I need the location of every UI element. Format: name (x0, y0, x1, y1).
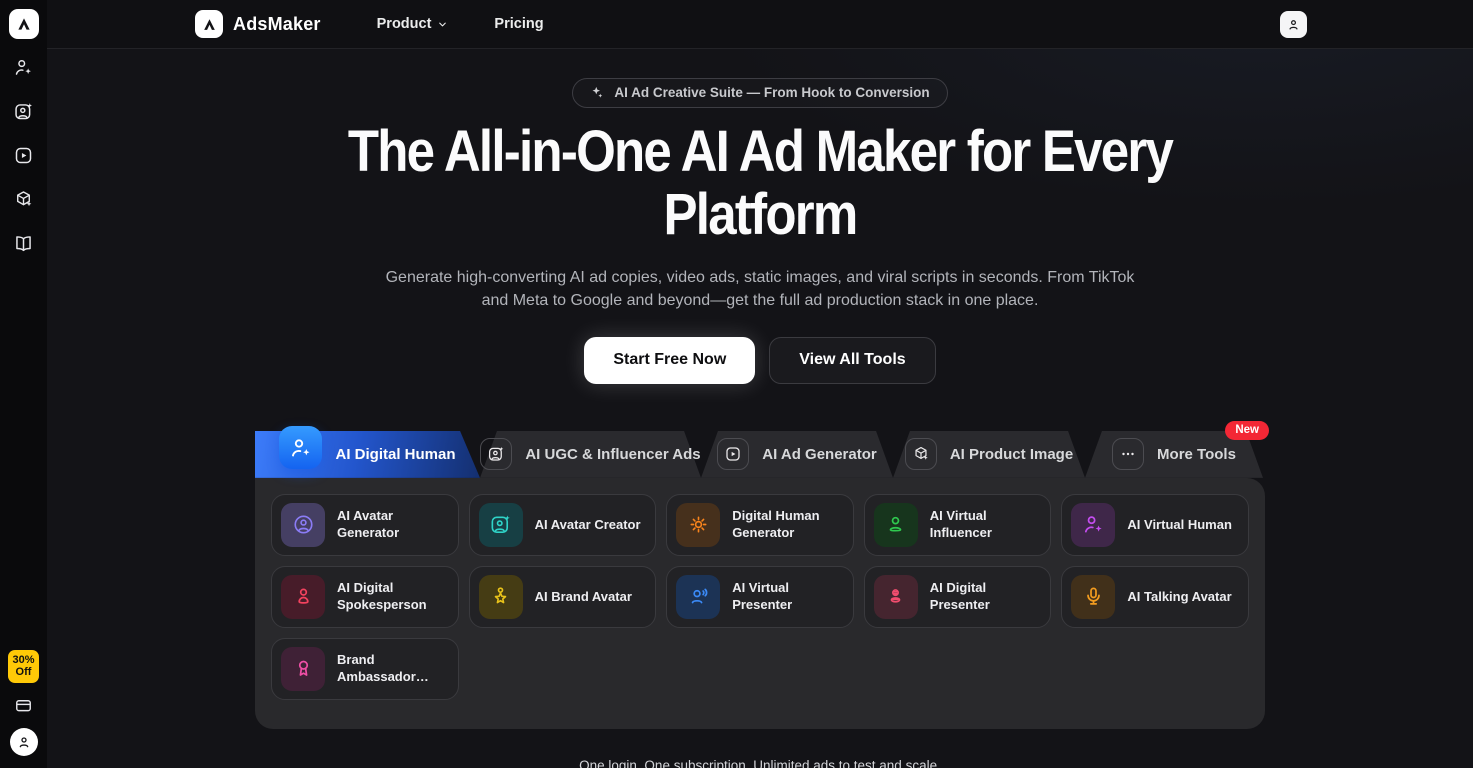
tool-ai-digital-presenter[interactable]: AI Digital Presenter (864, 566, 1052, 628)
brand-name: AdsMaker (233, 14, 321, 35)
tab-ai-product-image[interactable]: AI Product Image (893, 431, 1085, 478)
tab-ai-ugc-influencer-ads[interactable]: AI UGC & Influencer Ads (480, 431, 701, 478)
adsmaker-logo-icon[interactable] (9, 9, 39, 39)
tool-brand-ambassador[interactable]: Brand Ambassador… (271, 638, 459, 700)
hero-badge: AI Ad Creative Suite — From Hook to Conv… (572, 78, 947, 108)
tool-ai-virtual-presenter[interactable]: AI Virtual Presenter (666, 566, 854, 628)
billing-card-icon[interactable] (14, 696, 33, 715)
cube-sparkle-icon (905, 438, 937, 470)
page-title: The All-in-One AI Ad Maker for Every Pla… (133, 120, 1388, 246)
person-sparkle-icon (279, 426, 322, 469)
header-user-avatar[interactable] (1280, 11, 1307, 38)
top-header: AdsMaker Product Pricing (47, 0, 1473, 49)
person-waves-icon (676, 575, 720, 619)
sparkles-icon (590, 85, 605, 100)
start-free-button[interactable]: Start Free Now (584, 337, 755, 384)
nav-product[interactable]: Product (377, 16, 449, 32)
tool-suite: AI Digital Human AI UGC & Influencer Ads… (255, 431, 1265, 729)
cta-row: Start Free Now View All Tools (47, 337, 1473, 384)
adsmaker-header-logo-icon (195, 10, 223, 38)
spokesperson-icon (281, 575, 325, 619)
brand[interactable]: AdsMaker (195, 10, 321, 38)
docs-book-icon[interactable] (13, 233, 34, 254)
main-content: AI Ad Creative Suite — From Hook to Conv… (47, 49, 1473, 768)
avatar-circle-icon (281, 503, 325, 547)
tool-ai-virtual-influencer[interactable]: AI Virtual Influencer (864, 494, 1052, 556)
tool-digital-human-generator[interactable]: Digital Human Generator (666, 494, 854, 556)
play-square-icon (717, 438, 749, 470)
avatar-frame-sparkle-icon (479, 503, 523, 547)
tool-ai-avatar-generator[interactable]: AI Avatar Generator (271, 494, 459, 556)
tab-ai-digital-human[interactable]: AI Digital Human (255, 431, 480, 478)
ellipsis-icon (1112, 438, 1144, 470)
tab-bar: AI Digital Human AI UGC & Influencer Ads… (255, 431, 1265, 478)
tool-ai-brand-avatar[interactable]: AI Brand Avatar (469, 566, 657, 628)
tab-more-tools[interactable]: New More Tools (1085, 431, 1263, 478)
person-sparkle-icon (1071, 503, 1115, 547)
ribbon-award-icon (281, 647, 325, 691)
new-badge: New (1225, 421, 1269, 440)
discount-off: Off (16, 666, 32, 678)
header-nav: Product Pricing (377, 16, 544, 32)
tool-ai-digital-spokesperson[interactable]: AI Digital Spokesperson (271, 566, 459, 628)
microphone-icon (1071, 575, 1115, 619)
nav-pricing[interactable]: Pricing (494, 16, 543, 32)
discount-badge[interactable]: 30% Off (8, 650, 38, 683)
hero-subtitle: Generate high-converting AI ad copies, v… (47, 267, 1473, 312)
chevron-down-icon (437, 19, 448, 30)
rail-user-avatar[interactable] (10, 728, 38, 756)
tab-ai-ad-generator[interactable]: AI Ad Generator (701, 431, 893, 478)
tools-panel: AI Avatar Generator AI Avatar Creator Di… (255, 478, 1265, 729)
star-person-icon (479, 575, 523, 619)
footer-note: One login. One subscription. Unlimited a… (47, 758, 1473, 768)
product-image-icon[interactable] (13, 189, 34, 210)
bust-icon (874, 575, 918, 619)
avatar-creator-icon[interactable] (13, 101, 34, 122)
view-all-tools-button[interactable]: View All Tools (769, 337, 935, 384)
discount-percent: 30% (12, 654, 34, 666)
video-ads-icon[interactable] (13, 145, 34, 166)
tool-ai-virtual-human[interactable]: AI Virtual Human (1061, 494, 1249, 556)
tool-ai-avatar-creator[interactable]: AI Avatar Creator (469, 494, 657, 556)
tool-ai-talking-avatar[interactable]: AI Talking Avatar (1061, 566, 1249, 628)
hero-badge-text: AI Ad Creative Suite — From Hook to Conv… (614, 85, 929, 100)
person-icon (874, 503, 918, 547)
left-rail: 30% Off (0, 0, 47, 768)
gear-icon (676, 503, 720, 547)
digital-human-icon[interactable] (13, 57, 34, 78)
avatar-frame-sparkle-icon (480, 438, 512, 470)
